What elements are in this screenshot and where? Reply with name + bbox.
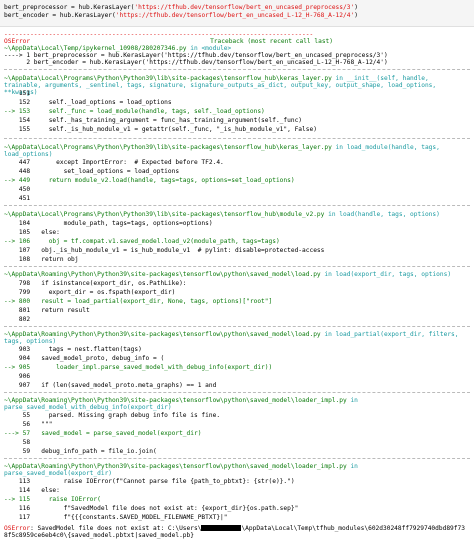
frame-6-header[interactable]: ~\AppData\Roaming\Python\Python39\site-p…	[4, 397, 466, 411]
frame-6-line-current: ---> 57 saved_model = parse_saved_model(…	[4, 430, 202, 437]
frame-4-line: 799 export_dir = os.fspath(export_dir)	[4, 289, 176, 296]
frame-2-header[interactable]: ~\AppData\Local\Programs\Python\Python39…	[4, 144, 466, 158]
frame-5-line: 903 tags = nest.flatten(tags)	[4, 346, 142, 353]
code-cell-input[interactable]: bert_preprocessor = hub.KerasLayer('http…	[0, 0, 474, 27]
frame-2-line: 451	[4, 195, 34, 202]
frame-5-line: 906	[4, 373, 34, 380]
frame-4-line: 801 return result	[4, 307, 90, 314]
frame-1-line: 151	[4, 90, 34, 97]
redacted-username	[201, 525, 242, 531]
frame-4-line: 798 if isinstance(export_dir, os.PathLik…	[4, 280, 187, 287]
frame-separator	[4, 138, 470, 139]
frame-separator	[4, 69, 470, 70]
frame-separator	[4, 392, 470, 393]
frame-6-line: 58	[4, 439, 34, 446]
frame-3-line-current: --> 106 obj = tf.compat.v1.saved_model.l…	[4, 238, 280, 245]
frame-4-line: 802	[4, 316, 34, 323]
frame-7-header[interactable]: ~\AppData\Roaming\Python\Python39\site-p…	[4, 463, 466, 477]
frame-0-line: ----> 1 bert_preprocessor = hub.KerasLay…	[4, 52, 388, 59]
frame-7-line-current: --> 115 raise IOError(	[4, 496, 101, 503]
frame-4-header[interactable]: ~\AppData\Roaming\Python\Python39\site-p…	[4, 271, 451, 278]
frame-5-line: 904 saved_model_proto, debug_info = (	[4, 355, 165, 362]
frame-3-line: 108 return obj	[4, 256, 79, 263]
frame-7-line: 116 f"SavedModel file does not exist at:…	[4, 505, 299, 512]
cell-output: ----------------------------------------…	[0, 28, 474, 556]
input-line-2: bert_encoder = hub.KerasLayer('https://t…	[4, 12, 358, 19]
input-line-1: bert_preprocessor = hub.KerasLayer('http…	[4, 4, 358, 11]
frame-0-header[interactable]: ~\AppData\Local\Temp/ipykernel_10908/280…	[4, 45, 231, 52]
frame-7-line: 114 else:	[4, 487, 60, 494]
frame-3-line: 107 obj._is_hub_module_v1 = is_hub_modul…	[4, 247, 325, 254]
frame-5-header[interactable]: ~\AppData\Roaming\Python\Python39\site-p…	[4, 331, 466, 345]
frame-7-line: 113 raise IOError(f"Cannot parse file {p…	[4, 478, 295, 485]
frame-separator	[4, 266, 470, 267]
error-dashes: ----------------------------------------…	[4, 31, 314, 38]
final-error-message: OSError: SavedModel file does not exist …	[4, 525, 465, 539]
frame-1-line: 154 self._has_training_argument = func_h…	[4, 117, 303, 124]
frame-5-line: 907 if (len(saved_model_proto.meta_graph…	[4, 382, 217, 389]
frame-2-line-current: --> 449 return module_v2.load(handle, ta…	[4, 177, 295, 184]
frame-6-line: 56 """	[4, 421, 53, 428]
frame-6-line: 59 debug_info_path = file_io.join(	[4, 448, 157, 455]
frame-3-line: 105 else:	[4, 229, 60, 236]
frame-2-line: 450	[4, 186, 34, 193]
frame-1-line: 155 self._is_hub_module_v1 = getattr(sel…	[4, 126, 317, 133]
frame-2-line: 448 set_load_options = load_options	[4, 168, 180, 175]
frame-1-header[interactable]: ~\AppData\Local\Programs\Python\Python39…	[4, 75, 466, 96]
frame-1-line-current: --> 153 self._func = load_module(handle,…	[4, 108, 265, 115]
frame-2-line: 447 except ImportError: # Expected befor…	[4, 159, 224, 166]
frame-separator	[4, 326, 470, 327]
frame-separator	[4, 458, 470, 459]
frame-4-line-current: --> 800 result = load_partial(export_dir…	[4, 298, 273, 305]
frame-7-line: 117 f"{{{constants.SAVED_MODEL_FILENAME_…	[4, 514, 228, 521]
frame-5-line-current: --> 905 loader_impl.parse_saved_model_wi…	[4, 364, 273, 371]
frame-3-header[interactable]: ~\AppData\Local\Programs\Python\Python39…	[4, 211, 440, 218]
frame-separator	[4, 205, 470, 206]
frame-6-line: 55 parsed. Missing graph debug info file…	[4, 412, 221, 419]
frame-3-line: 104 module_path, tags=tags, options=opti…	[4, 220, 213, 227]
frame-1-line: 152 self._load_options = load_options	[4, 99, 172, 106]
frame-0-line: 2 bert_encoder = hub.KerasLayer('https:/…	[4, 59, 388, 66]
error-header: OSError Traceback (most recent call last)	[4, 38, 334, 45]
